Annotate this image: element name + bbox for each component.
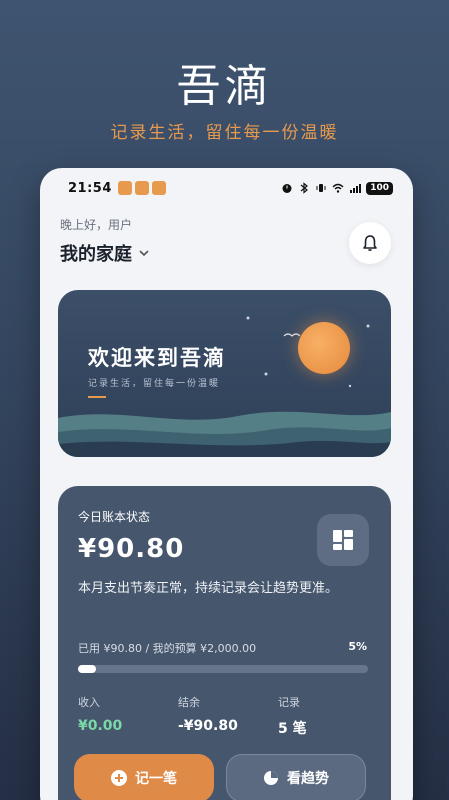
stat-income: 收入 ¥0.00 <box>78 694 122 734</box>
stat-label: 收入 <box>78 696 100 709</box>
bell-icon <box>363 235 377 251</box>
notification-app-icon <box>151 181 166 195</box>
signal-icon <box>350 184 362 193</box>
stat-label: 记录 <box>278 696 300 709</box>
status-time: 21:54 <box>68 180 112 196</box>
banner-title: 欢迎来到吾滴 <box>88 346 226 370</box>
ledger-status-label: 今日账本状态 <box>78 510 151 524</box>
bluetooth-icon <box>300 182 309 194</box>
dashboard-grid-icon <box>333 530 353 550</box>
battery-indicator: 100 <box>366 181 393 195</box>
view-trend-label: 看趋势 <box>287 771 329 787</box>
stat-balance: 结余 -¥90.80 <box>178 694 238 734</box>
chevron-down-icon <box>139 250 149 257</box>
stat-value: 5 笔 <box>278 721 307 737</box>
notification-icons <box>117 181 166 195</box>
stat-value: ¥0.00 <box>78 718 123 734</box>
family-selector[interactable]: 我的家庭 <box>60 240 150 266</box>
app-slogan: 记录生活，留住每一份温暖 <box>110 123 339 143</box>
banner-scenery-illustration <box>58 316 391 457</box>
system-icons: 100 <box>281 181 393 195</box>
add-record-label: 记一笔 <box>135 771 177 787</box>
banner-accent-line <box>88 396 106 398</box>
notification-button[interactable] <box>349 222 391 264</box>
today-amount: ¥90.80 <box>78 534 185 564</box>
sun-illustration <box>298 322 350 374</box>
notification-app-icon <box>134 181 149 195</box>
greeting-text: 晚上好，用户 <box>60 218 133 232</box>
stat-value: -¥90.80 <box>178 718 238 734</box>
status-bar: 21:54 100 <box>40 176 413 200</box>
stat-label: 结余 <box>178 696 200 709</box>
vibrate-icon <box>316 184 326 192</box>
wifi-icon <box>332 183 344 193</box>
budget-percent: 5% <box>348 640 367 653</box>
ledger-status-card: 今日账本状态 ¥90.80 本月支出节奏正常，持续记录会让趋势更准。 已用 ¥9… <box>58 486 391 800</box>
family-name: 我的家庭 <box>60 244 132 265</box>
phone-screen: 21:54 100 晚上好，用户 我的家庭 欢迎来到吾滴 记录生活，留住每一份温… <box>40 168 413 800</box>
pie-chart-icon <box>264 771 278 785</box>
budget-usage: 已用 ¥90.80 / 我的预算 ¥2,000.00 <box>78 642 257 655</box>
welcome-banner[interactable]: 欢迎来到吾滴 记录生活，留住每一份温暖 <box>58 290 391 457</box>
stat-records: 记录 5 笔 <box>278 694 307 738</box>
view-trend-button[interactable]: 看趋势 <box>226 754 366 800</box>
budget-progress-bar <box>78 665 368 673</box>
add-record-button[interactable]: 记一笔 <box>74 754 214 800</box>
notification-heart-icon <box>117 181 132 195</box>
budget-progress-fill <box>78 665 96 673</box>
app-title: 吾滴 <box>176 61 273 112</box>
banner-subtitle: 记录生活，留住每一份温暖 <box>88 379 221 389</box>
alarm-icon <box>282 184 292 193</box>
spending-message: 本月支出节奏正常，持续记录会让趋势更准。 <box>78 581 339 596</box>
dashboard-button[interactable] <box>317 514 369 566</box>
plus-icon <box>111 770 127 786</box>
